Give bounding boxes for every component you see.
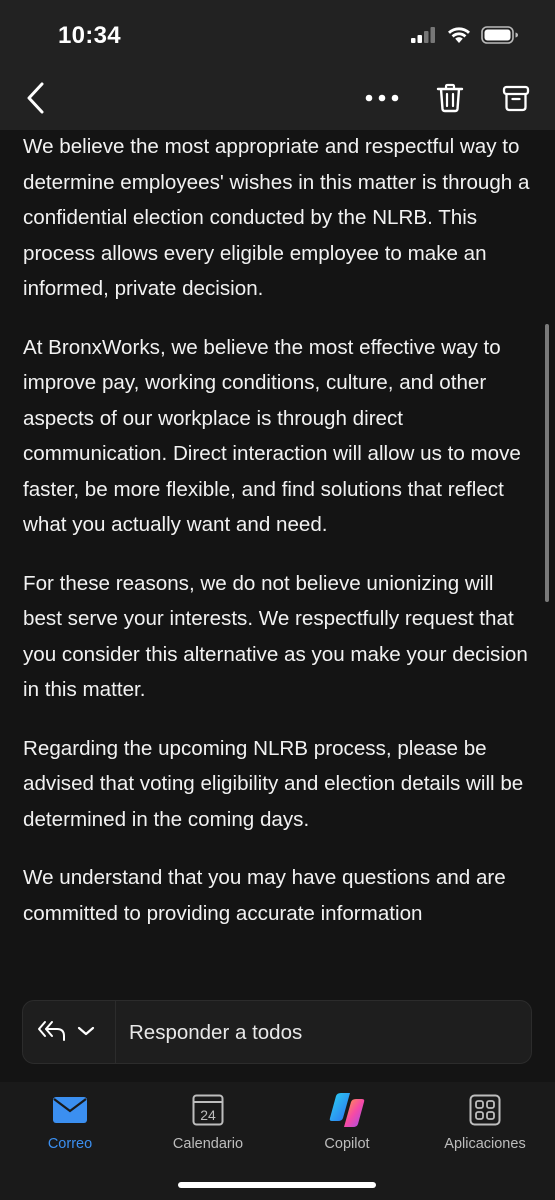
tab-copilot[interactable]: Copilot <box>282 1092 412 1162</box>
content-fade <box>0 960 555 982</box>
calendar-icon: 24 <box>192 1094 224 1126</box>
tab-calendar[interactable]: 24 Calendario <box>143 1092 273 1162</box>
tab-apps-label: Aplicaciones <box>444 1136 526 1152</box>
archive-button[interactable] <box>496 78 536 118</box>
tab-copilot-label: Copilot <box>324 1136 370 1152</box>
status-icons <box>411 26 519 49</box>
mail-icon <box>53 1097 87 1123</box>
chevron-left-icon <box>27 82 44 114</box>
delete-button[interactable] <box>430 78 470 118</box>
calendar-day: 24 <box>200 1107 216 1123</box>
back-button[interactable] <box>18 80 54 116</box>
reply-all-label: Responder a todos <box>129 1021 303 1044</box>
tab-calendar-label: Calendario <box>172 1136 244 1152</box>
message-toolbar <box>0 66 555 130</box>
more-horizontal-icon <box>365 94 399 102</box>
copilot-icon <box>329 1093 365 1127</box>
battery-icon <box>481 26 519 49</box>
reply-area: Responder a todos <box>0 982 555 1082</box>
chevron-down-icon <box>77 1026 95 1036</box>
reply-action-selector[interactable] <box>37 1019 95 1043</box>
message-text: We believe the most appropriate and resp… <box>23 130 535 954</box>
tab-mail[interactable]: Correo <box>5 1092 135 1162</box>
message-paragraph: At BronxWorks, we believe the most effec… <box>23 335 521 537</box>
more-options-button[interactable] <box>362 80 402 116</box>
reply-all-icon <box>38 1021 65 1041</box>
message-paragraph: Regarding the upcoming NLRB process, ple… <box>23 736 524 831</box>
trash-icon <box>436 83 464 113</box>
message-paragraph: For these reasons, we do not believe uni… <box>23 571 528 702</box>
message-paragraph: We believe the most appropriate and resp… <box>23 135 530 300</box>
message-paragraph: We understand that you may have question… <box>23 866 506 925</box>
apps-grid-icon <box>469 1094 501 1126</box>
reply-divider <box>115 1001 116 1063</box>
tab-apps[interactable]: Aplicaciones <box>420 1092 550 1162</box>
reply-all-bar[interactable]: Responder a todos <box>22 1000 532 1064</box>
status-bar: 10:34 <box>0 0 555 66</box>
home-indicator[interactable] <box>178 1182 376 1188</box>
archive-icon <box>502 85 530 112</box>
status-time: 10:34 <box>58 22 121 49</box>
tab-mail-label: Correo <box>47 1136 93 1152</box>
wifi-icon <box>447 26 471 49</box>
message-body[interactable]: We believe the most appropriate and resp… <box>0 130 555 982</box>
scrollbar[interactable] <box>545 324 549 602</box>
cellular-signal-icon <box>411 27 437 48</box>
